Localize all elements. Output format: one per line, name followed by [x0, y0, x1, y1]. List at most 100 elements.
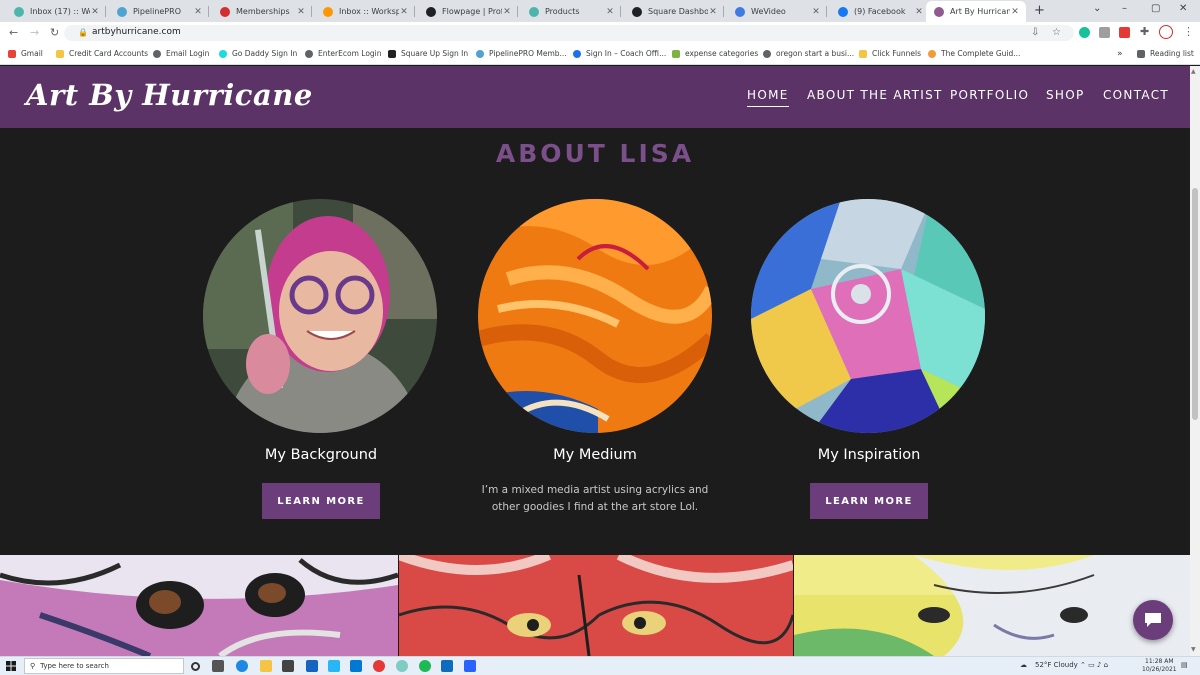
browser-tab-strip: Inbox (17) :: Work ✕ PipelinePRO ✕ Membe…	[0, 0, 1200, 22]
close-icon[interactable]: ✕	[502, 7, 512, 17]
address-bar[interactable]: 🔒 artbyhurricane.com ⇩ ☆	[64, 25, 1074, 41]
tab-pipelinepro[interactable]: PipelinePRO ✕	[109, 1, 209, 22]
bookmark-enterecom[interactable]: EnterEcom Login	[305, 49, 382, 58]
scroll-up-icon[interactable]: ▲	[1191, 68, 1196, 75]
scroll-thumb[interactable]	[1192, 188, 1198, 420]
gallery-painting-lion[interactable]	[399, 555, 793, 656]
close-icon[interactable]: ✕	[914, 7, 924, 17]
file-explorer-icon[interactable]	[260, 660, 272, 672]
edge-icon[interactable]	[236, 660, 248, 672]
menu-icon[interactable]: ⋮	[1183, 25, 1194, 38]
tab-favicon-icon	[220, 6, 230, 17]
mail-icon[interactable]	[306, 660, 318, 672]
lock-icon[interactable]: 🔒	[78, 28, 88, 37]
extension-icon[interactable]	[1119, 27, 1130, 38]
taskbar-clock[interactable]: 11:28 AM 10/26/2021	[1142, 658, 1177, 674]
notifications-icon[interactable]: ▤	[1181, 661, 1188, 669]
bookmark-star-icon[interactable]: ☆	[1052, 27, 1061, 38]
nav-contact[interactable]: CONTACT	[1103, 88, 1169, 102]
learn-more-button-background[interactable]: LEARN MORE	[262, 483, 380, 519]
bookmark-click-funnels[interactable]: Click Funnels	[859, 49, 921, 58]
tab-favicon-icon	[14, 6, 24, 17]
reload-icon[interactable]: ↻	[50, 26, 59, 39]
artist-portrait-image	[203, 199, 437, 433]
bookmark-gmail[interactable]: Gmail	[8, 49, 43, 58]
weather-icon[interactable]: ☁	[1020, 661, 1027, 669]
tab-inbox-work[interactable]: Inbox (17) :: Work ✕	[6, 1, 106, 22]
chrome-icon[interactable]	[373, 660, 385, 672]
bookmark-go-daddy[interactable]: Go Daddy Sign In	[219, 49, 297, 58]
tab-art-by-hurricane[interactable]: Art By Hurricane ✕	[926, 1, 1026, 22]
grammarly-extension-icon[interactable]	[1079, 27, 1090, 38]
close-icon[interactable]: ✕	[399, 7, 409, 17]
bookmark-complete-guide[interactable]: The Complete Guid...	[928, 49, 1020, 58]
tab-wevideo[interactable]: WeVideo ✕	[727, 1, 827, 22]
bookmark-email-login[interactable]: Email Login	[153, 49, 209, 58]
nav-portfolio[interactable]: PORTFOLIO	[950, 88, 1029, 102]
bookmark-square-up[interactable]: Square Up Sign In	[388, 49, 468, 58]
tab-memberships[interactable]: Memberships ✕	[212, 1, 312, 22]
reading-list[interactable]: Reading list	[1137, 49, 1194, 58]
close-icon[interactable]: ✕	[90, 7, 100, 17]
page-scrollbar[interactable]: ▲ ▼	[1190, 66, 1200, 656]
window-close-icon[interactable]: ✕	[1179, 3, 1187, 14]
bookmark-oregon[interactable]: oregon start a busi...	[763, 49, 854, 58]
spotify-icon[interactable]	[419, 660, 431, 672]
store-icon[interactable]	[282, 660, 294, 672]
profile-avatar[interactable]	[1159, 25, 1173, 39]
windows-start-icon[interactable]	[6, 661, 16, 671]
bookmark-coach-office[interactable]: Sign In – Coach Offi...	[573, 49, 666, 58]
tab-favicon-icon	[632, 6, 642, 17]
nav-about-the-artist[interactable]: ABOUT THE ARTIST	[807, 88, 943, 102]
install-icon[interactable]: ⇩	[1031, 27, 1039, 38]
task-view-icon[interactable]	[212, 660, 224, 672]
close-icon[interactable]: ✕	[193, 7, 203, 17]
tab-inbox-workspace[interactable]: Inbox :: Workspace ✕	[315, 1, 415, 22]
bookmark-expense-categories[interactable]: expense categories	[672, 49, 758, 58]
close-icon[interactable]: ✕	[605, 7, 615, 17]
url-text: artbyhurricane.com	[92, 27, 181, 37]
tab-square-dashboard[interactable]: Square Dashboard ✕	[624, 1, 724, 22]
app-icon[interactable]	[350, 660, 362, 672]
bookmark-pipelinepro[interactable]: PipelinePRO Memb...	[476, 49, 567, 58]
close-icon[interactable]: ✕	[1010, 7, 1020, 17]
nav-home[interactable]: HOME	[747, 88, 789, 107]
close-icon[interactable]: ✕	[811, 7, 821, 17]
bookmarks-overflow-icon[interactable]: »	[1117, 49, 1123, 59]
learn-more-button-inspiration[interactable]: LEARN MORE	[810, 483, 928, 519]
scroll-down-icon[interactable]: ▼	[1191, 646, 1196, 653]
site-logo[interactable]: Art By Hurricane	[26, 78, 313, 112]
back-icon[interactable]: ←	[9, 26, 18, 39]
browser-toolbar: ← → ↻ 🔒 artbyhurricane.com ⇩ ☆ ✚ ⋮	[0, 22, 1200, 44]
bookmark-credit-card-accounts[interactable]: Credit Card Accounts	[56, 49, 148, 58]
minimize-icon[interactable]: –	[1122, 3, 1127, 14]
close-icon[interactable]: ✕	[296, 7, 306, 17]
gallery-painting-elephant[interactable]	[794, 555, 1190, 656]
weather-text[interactable]: 52°F Cloudy	[1035, 661, 1078, 669]
extensions-puzzle-icon[interactable]: ✚	[1140, 25, 1149, 38]
forward-icon[interactable]: →	[30, 26, 39, 39]
taskbar-search-input[interactable]: ⚲ Type here to search	[24, 658, 184, 674]
tab-facebook[interactable]: (9) Facebook ✕	[830, 1, 930, 22]
close-icon[interactable]: ✕	[708, 7, 718, 17]
app-icon[interactable]	[464, 660, 476, 672]
extension-icon[interactable]	[1099, 27, 1110, 38]
tab-products[interactable]: Products ✕	[521, 1, 621, 22]
tab-favicon-icon	[838, 6, 848, 17]
outlook-icon[interactable]	[441, 660, 453, 672]
tray-icons[interactable]: ⌃ ▭ ♪ ⌂	[1080, 661, 1108, 669]
app-icon[interactable]	[396, 660, 408, 672]
column-title-inspiration: My Inspiration	[817, 447, 921, 463]
tab-flowpage[interactable]: Flowpage | Profile ✕	[418, 1, 518, 22]
windows-taskbar: ⚲ Type here to search ☁ 52°F Cloudy ⌃ ▭ …	[0, 656, 1200, 675]
column-title-medium: My Medium	[553, 447, 637, 463]
new-tab-button[interactable]: +	[1034, 3, 1045, 18]
chat-button[interactable]	[1133, 600, 1173, 640]
site-header: Art By Hurricane HOME ABOUT THE ARTIST P…	[0, 66, 1190, 128]
cortana-icon[interactable]	[191, 662, 200, 671]
maximize-icon[interactable]: ▢	[1151, 3, 1160, 14]
tab-search-icon[interactable]: ⌄	[1093, 3, 1101, 14]
nav-shop[interactable]: SHOP	[1046, 88, 1085, 102]
gallery-painting-dog[interactable]	[0, 555, 398, 656]
app-l-icon[interactable]	[328, 660, 340, 672]
